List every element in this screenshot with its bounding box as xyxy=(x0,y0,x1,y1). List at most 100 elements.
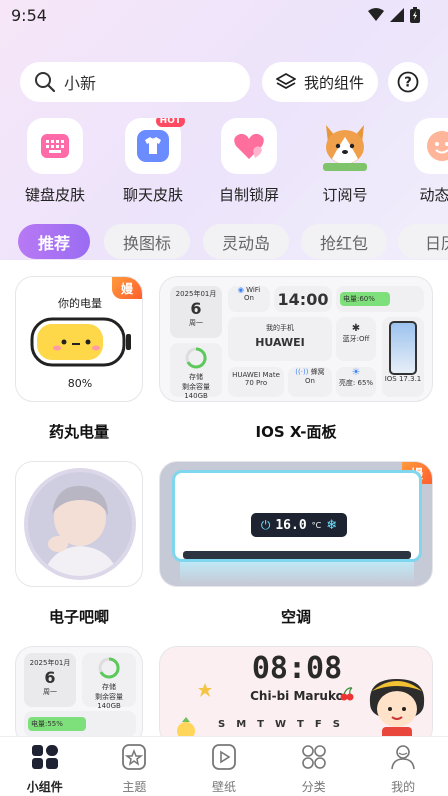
battery-pill-icon xyxy=(30,317,131,367)
category-subscription[interactable]: 订阅号 xyxy=(303,118,387,205)
panel-wifi-state: On xyxy=(244,294,254,302)
nav-profile[interactable]: 我的 xyxy=(358,737,448,796)
bottom-nav: 小组件 主题 壁纸 分类 我的 xyxy=(0,736,448,796)
status-bar: 9:54 xyxy=(0,0,448,34)
panel-storage-label: 存储 xyxy=(189,373,203,381)
avatar-badge-image xyxy=(24,468,136,580)
category-live-time[interactable]: 动态时 xyxy=(400,118,448,205)
panel-storage-value: 140GB xyxy=(97,702,121,710)
wallpaper-icon xyxy=(212,744,236,770)
status-time: 9:54 xyxy=(11,6,47,25)
category-keyboard-skin[interactable]: 键盘皮肤 xyxy=(13,118,97,205)
weekday-label: F xyxy=(314,719,322,730)
shirt-icon xyxy=(137,130,169,162)
search-input[interactable]: 小新 xyxy=(64,70,96,94)
nav-categories[interactable]: 分类 xyxy=(269,737,359,796)
tag-recommended[interactable]: 推荐 xyxy=(18,224,90,259)
theme-icon xyxy=(122,744,147,770)
widget-card-aircon[interactable]: 嫚 ⏻ 16.0 °C ❄ xyxy=(159,461,433,587)
category-chat-skin[interactable]: HOT 聊天皮肤 xyxy=(111,118,195,205)
widget-title: 电子吧唧 xyxy=(48,608,109,626)
panel-phone-label: 我的手机 xyxy=(266,324,294,332)
panel-date: 2025年01月 xyxy=(29,659,71,667)
widget-card-maruko-clock[interactable]: 08:08 Chi-bi Maruko S M T W T F S xyxy=(159,646,433,746)
nav-themes[interactable]: 主题 xyxy=(90,737,180,796)
panel-weekday: 周一 xyxy=(189,319,203,327)
panel-wifi: WiFi xyxy=(246,286,261,294)
weekday-label: T xyxy=(257,719,264,730)
panel-battery: 电量:60% xyxy=(340,292,390,306)
panel-day: 6 xyxy=(44,668,56,687)
panel-day: 6 xyxy=(190,299,202,318)
panel-phone-brand: HUAWEI xyxy=(255,336,305,349)
panel-battery: 电量:55% xyxy=(28,717,86,731)
profile-icon xyxy=(391,745,415,770)
category-custom-lockscreen[interactable]: 自制锁屏 xyxy=(207,118,291,205)
aircon-display: ⏻ 16.0 °C ❄ xyxy=(251,513,347,537)
help-button[interactable]: ? xyxy=(388,62,428,102)
weekday-label: S xyxy=(218,719,226,730)
battery-percent: 80% xyxy=(67,377,93,390)
widget-card-battery[interactable]: 嫚 你的电量 80% xyxy=(15,276,143,402)
cherry-icon xyxy=(340,687,354,701)
tag-red-packet[interactable]: 抢红包 xyxy=(301,224,387,259)
aircon-temperature: 16.0 xyxy=(275,517,307,533)
svg-text:?: ? xyxy=(404,76,412,91)
nav-label: 小组件 xyxy=(26,780,63,794)
star-icon xyxy=(198,683,212,697)
nav-label: 壁纸 xyxy=(211,780,236,794)
weekday-label: M xyxy=(236,719,247,730)
power-icon: ⏻ xyxy=(260,517,271,532)
tag-dynamic-island[interactable]: 灵动岛 xyxy=(203,224,289,259)
bluetooth-icon: ✱ xyxy=(351,323,361,334)
cellular-icon: ((·)) xyxy=(295,368,309,376)
layers-icon xyxy=(275,73,296,89)
weekday-label: T xyxy=(297,719,304,730)
widget-card-ios-panel[interactable]: 2025年01月 6 周一 ◉ WiFi On 14:00 电量:60% 存储 … xyxy=(159,276,433,402)
nav-wallpapers[interactable]: 壁纸 xyxy=(179,737,269,796)
category-label: 键盘皮肤 xyxy=(24,186,85,204)
tag-row: 推荐 换图标 灵动岛 抢红包 日历 xyxy=(18,224,448,260)
category-label: 动态时 xyxy=(419,186,448,204)
panel-brightness: 亮度: 65% xyxy=(338,379,374,387)
category-label: 自制锁屏 xyxy=(218,186,279,204)
search-icon xyxy=(35,72,56,93)
panel-bluetooth: 蓝牙:Off xyxy=(342,335,370,343)
widget-title: 药丸电量 xyxy=(48,423,109,441)
storage-ring-icon xyxy=(98,657,120,679)
nav-widgets[interactable]: 小组件 xyxy=(0,737,90,796)
nav-label: 主题 xyxy=(122,780,147,794)
battery-icon xyxy=(410,7,420,23)
tag-change-icon[interactable]: 换图标 xyxy=(104,224,190,259)
maruko-weekdays: S M T W T F S xyxy=(218,719,340,730)
panel-storage-label: 存储 xyxy=(102,683,116,691)
panel-clock: 14:00 xyxy=(274,286,332,312)
category-label: 订阅号 xyxy=(322,186,368,204)
heart-lock-icon xyxy=(234,133,264,159)
category-row: 键盘皮肤 HOT 聊天皮肤 自制锁屏 订阅号 动态时 xyxy=(0,118,448,208)
tag-calendar[interactable]: 日历 xyxy=(398,224,448,259)
my-widgets-button[interactable]: 我的组件 xyxy=(262,62,378,102)
widget-card-avatar[interactable] xyxy=(15,461,143,587)
storage-ring-icon xyxy=(185,347,207,369)
nav-label: 我的 xyxy=(391,780,416,794)
hot-badge: HOT xyxy=(155,118,185,127)
panel-cellular-state: On xyxy=(305,377,315,385)
widget-card-mini-panel[interactable]: 2025年01月 6 周一 存储 剩余容量 140GB 电量:55% xyxy=(15,646,143,746)
question-icon: ? xyxy=(397,71,419,93)
category-icon xyxy=(301,745,326,769)
phone-thumbnail xyxy=(389,321,417,375)
search-bar[interactable]: 小新 xyxy=(20,62,250,102)
widget-icon xyxy=(31,745,58,769)
weekday-label: W xyxy=(274,719,287,730)
panel-cellular: 蜂窝 xyxy=(310,368,325,376)
widget-title: IOS X-面板 xyxy=(255,423,337,441)
weekday-label: S xyxy=(332,719,340,730)
panel-storage-remaining: 剩余容量 xyxy=(182,383,210,391)
widget-title: 空调 xyxy=(280,608,311,626)
wifi-icon xyxy=(368,8,384,21)
panel-weekday: 周一 xyxy=(43,688,57,696)
brightness-icon: ☀ xyxy=(351,367,361,378)
nav-label: 分类 xyxy=(301,780,326,794)
wifi-icon: ◉ xyxy=(237,286,244,294)
